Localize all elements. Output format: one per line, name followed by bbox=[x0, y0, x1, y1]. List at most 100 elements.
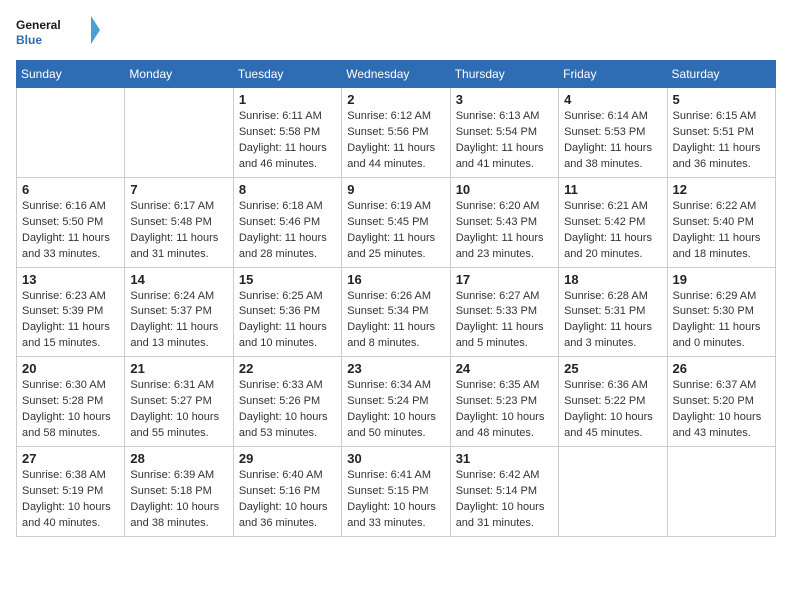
weekday-header-tuesday: Tuesday bbox=[233, 61, 341, 88]
day-number: 11 bbox=[564, 182, 661, 197]
day-cell bbox=[125, 88, 233, 178]
day-info: Sunrise: 6:15 AM Sunset: 5:51 PM Dayligh… bbox=[673, 109, 770, 173]
weekday-header-saturday: Saturday bbox=[667, 61, 775, 88]
day-info: Sunrise: 6:28 AM Sunset: 5:31 PM Dayligh… bbox=[564, 289, 661, 353]
weekday-header-monday: Monday bbox=[125, 61, 233, 88]
day-number: 8 bbox=[239, 182, 336, 197]
day-cell bbox=[559, 447, 667, 537]
weekday-header-wednesday: Wednesday bbox=[342, 61, 450, 88]
day-cell: 26 Sunrise: 6:37 AM Sunset: 5:20 PM Dayli… bbox=[667, 357, 775, 447]
day-info: Sunrise: 6:22 AM Sunset: 5:40 PM Dayligh… bbox=[673, 199, 770, 263]
day-cell: 21 Sunrise: 6:31 AM Sunset: 5:27 PM Dayli… bbox=[125, 357, 233, 447]
day-cell: 20 Sunrise: 6:30 AM Sunset: 5:28 PM Dayli… bbox=[17, 357, 125, 447]
day-info: Sunrise: 6:40 AM Sunset: 5:16 PM Dayligh… bbox=[239, 468, 336, 532]
day-number: 22 bbox=[239, 361, 336, 376]
day-number: 31 bbox=[456, 451, 553, 466]
day-info: Sunrise: 6:25 AM Sunset: 5:36 PM Dayligh… bbox=[239, 289, 336, 353]
day-number: 18 bbox=[564, 272, 661, 287]
day-info: Sunrise: 6:21 AM Sunset: 5:42 PM Dayligh… bbox=[564, 199, 661, 263]
day-info: Sunrise: 6:18 AM Sunset: 5:46 PM Dayligh… bbox=[239, 199, 336, 263]
day-cell: 22 Sunrise: 6:33 AM Sunset: 5:26 PM Dayli… bbox=[233, 357, 341, 447]
day-cell bbox=[17, 88, 125, 178]
day-cell: 16Sunrise: 6:26 AM Sunset: 5:34 PM Dayli… bbox=[342, 267, 450, 357]
day-number: 4 bbox=[564, 92, 661, 107]
week-row-5: 27Sunrise: 6:38 AM Sunset: 5:19 PM Dayli… bbox=[17, 447, 776, 537]
day-number: 20 bbox=[22, 361, 119, 376]
day-cell: 15 Sunrise: 6:25 AM Sunset: 5:36 PM Dayli… bbox=[233, 267, 341, 357]
day-info: Sunrise: 6:36 AM Sunset: 5:22 PM Dayligh… bbox=[564, 378, 661, 442]
day-info: Sunrise: 6:33 AM Sunset: 5:26 PM Dayligh… bbox=[239, 378, 336, 442]
day-cell: 7Sunrise: 6:17 AM Sunset: 5:48 PM Daylig… bbox=[125, 177, 233, 267]
weekday-header-thursday: Thursday bbox=[450, 61, 558, 88]
logo: General Blue bbox=[16, 16, 106, 48]
day-info: Sunrise: 6:29 AM Sunset: 5:30 PM Dayligh… bbox=[673, 289, 770, 353]
day-info: Sunrise: 6:20 AM Sunset: 5:43 PM Dayligh… bbox=[456, 199, 553, 263]
day-cell: 5 Sunrise: 6:15 AM Sunset: 5:51 PM Daylig… bbox=[667, 88, 775, 178]
day-info: Sunrise: 6:24 AM Sunset: 5:37 PM Dayligh… bbox=[130, 289, 227, 353]
day-cell: 6 Sunrise: 6:16 AM Sunset: 5:50 PM Daylig… bbox=[17, 177, 125, 267]
day-number: 2 bbox=[347, 92, 444, 107]
day-info: Sunrise: 6:34 AM Sunset: 5:24 PM Dayligh… bbox=[347, 378, 444, 442]
day-cell: 29 Sunrise: 6:40 AM Sunset: 5:16 PM Dayli… bbox=[233, 447, 341, 537]
day-cell: 13 Sunrise: 6:23 AM Sunset: 5:39 PM Dayli… bbox=[17, 267, 125, 357]
weekday-header-row: SundayMondayTuesdayWednesdayThursdayFrid… bbox=[17, 61, 776, 88]
day-info: Sunrise: 6:11 AM Sunset: 5:58 PM Dayligh… bbox=[239, 109, 336, 173]
svg-text:General: General bbox=[16, 18, 61, 32]
day-number: 9 bbox=[347, 182, 444, 197]
day-cell: 28 Sunrise: 6:39 AM Sunset: 5:18 PM Dayli… bbox=[125, 447, 233, 537]
day-info: Sunrise: 6:31 AM Sunset: 5:27 PM Dayligh… bbox=[130, 378, 227, 442]
day-number: 10 bbox=[456, 182, 553, 197]
day-cell: 31 Sunrise: 6:42 AM Sunset: 5:14 PM Dayli… bbox=[450, 447, 558, 537]
day-cell: 4 Sunrise: 6:14 AM Sunset: 5:53 PM Daylig… bbox=[559, 88, 667, 178]
day-number: 29 bbox=[239, 451, 336, 466]
day-number: 19 bbox=[673, 272, 770, 287]
logo-svg: General Blue bbox=[16, 16, 106, 48]
day-cell: 14Sunrise: 6:24 AM Sunset: 5:37 PM Dayli… bbox=[125, 267, 233, 357]
day-cell: 25 Sunrise: 6:36 AM Sunset: 5:22 PM Dayli… bbox=[559, 357, 667, 447]
day-number: 30 bbox=[347, 451, 444, 466]
day-number: 28 bbox=[130, 451, 227, 466]
weekday-header-sunday: Sunday bbox=[17, 61, 125, 88]
day-info: Sunrise: 6:42 AM Sunset: 5:14 PM Dayligh… bbox=[456, 468, 553, 532]
day-info: Sunrise: 6:23 AM Sunset: 5:39 PM Dayligh… bbox=[22, 289, 119, 353]
day-info: Sunrise: 6:39 AM Sunset: 5:18 PM Dayligh… bbox=[130, 468, 227, 532]
day-cell: 10 Sunrise: 6:20 AM Sunset: 5:43 PM Dayli… bbox=[450, 177, 558, 267]
day-cell: 27Sunrise: 6:38 AM Sunset: 5:19 PM Dayli… bbox=[17, 447, 125, 537]
day-cell: 23Sunrise: 6:34 AM Sunset: 5:24 PM Dayli… bbox=[342, 357, 450, 447]
day-cell bbox=[667, 447, 775, 537]
day-info: Sunrise: 6:30 AM Sunset: 5:28 PM Dayligh… bbox=[22, 378, 119, 442]
day-cell: 17Sunrise: 6:27 AM Sunset: 5:33 PM Dayli… bbox=[450, 267, 558, 357]
day-cell: 12Sunrise: 6:22 AM Sunset: 5:40 PM Dayli… bbox=[667, 177, 775, 267]
day-cell: 9 Sunrise: 6:19 AM Sunset: 5:45 PM Daylig… bbox=[342, 177, 450, 267]
day-cell: 11 Sunrise: 6:21 AM Sunset: 5:42 PM Dayli… bbox=[559, 177, 667, 267]
day-cell: 18 Sunrise: 6:28 AM Sunset: 5:31 PM Dayli… bbox=[559, 267, 667, 357]
day-cell: 19 Sunrise: 6:29 AM Sunset: 5:30 PM Dayli… bbox=[667, 267, 775, 357]
svg-text:Blue: Blue bbox=[16, 33, 42, 47]
day-number: 24 bbox=[456, 361, 553, 376]
day-info: Sunrise: 6:14 AM Sunset: 5:53 PM Dayligh… bbox=[564, 109, 661, 173]
week-row-3: 13 Sunrise: 6:23 AM Sunset: 5:39 PM Dayli… bbox=[17, 267, 776, 357]
day-number: 13 bbox=[22, 272, 119, 287]
week-row-1: 1 Sunrise: 6:11 AM Sunset: 5:58 PM Daylig… bbox=[17, 88, 776, 178]
day-info: Sunrise: 6:17 AM Sunset: 5:48 PM Dayligh… bbox=[130, 199, 227, 263]
day-number: 1 bbox=[239, 92, 336, 107]
day-info: Sunrise: 6:19 AM Sunset: 5:45 PM Dayligh… bbox=[347, 199, 444, 263]
day-info: Sunrise: 6:12 AM Sunset: 5:56 PM Dayligh… bbox=[347, 109, 444, 173]
day-number: 6 bbox=[22, 182, 119, 197]
day-info: Sunrise: 6:16 AM Sunset: 5:50 PM Dayligh… bbox=[22, 199, 119, 263]
day-info: Sunrise: 6:26 AM Sunset: 5:34 PM Dayligh… bbox=[347, 289, 444, 353]
day-number: 3 bbox=[456, 92, 553, 107]
day-number: 27 bbox=[22, 451, 119, 466]
day-number: 15 bbox=[239, 272, 336, 287]
day-cell: 3Sunrise: 6:13 AM Sunset: 5:54 PM Daylig… bbox=[450, 88, 558, 178]
day-cell: 8 Sunrise: 6:18 AM Sunset: 5:46 PM Daylig… bbox=[233, 177, 341, 267]
day-number: 5 bbox=[673, 92, 770, 107]
day-number: 25 bbox=[564, 361, 661, 376]
day-number: 21 bbox=[130, 361, 227, 376]
day-info: Sunrise: 6:41 AM Sunset: 5:15 PM Dayligh… bbox=[347, 468, 444, 532]
day-cell: 1 Sunrise: 6:11 AM Sunset: 5:58 PM Daylig… bbox=[233, 88, 341, 178]
day-info: Sunrise: 6:37 AM Sunset: 5:20 PM Dayligh… bbox=[673, 378, 770, 442]
page-header: General Blue bbox=[16, 16, 776, 48]
week-row-4: 20 Sunrise: 6:30 AM Sunset: 5:28 PM Dayli… bbox=[17, 357, 776, 447]
day-number: 26 bbox=[673, 361, 770, 376]
